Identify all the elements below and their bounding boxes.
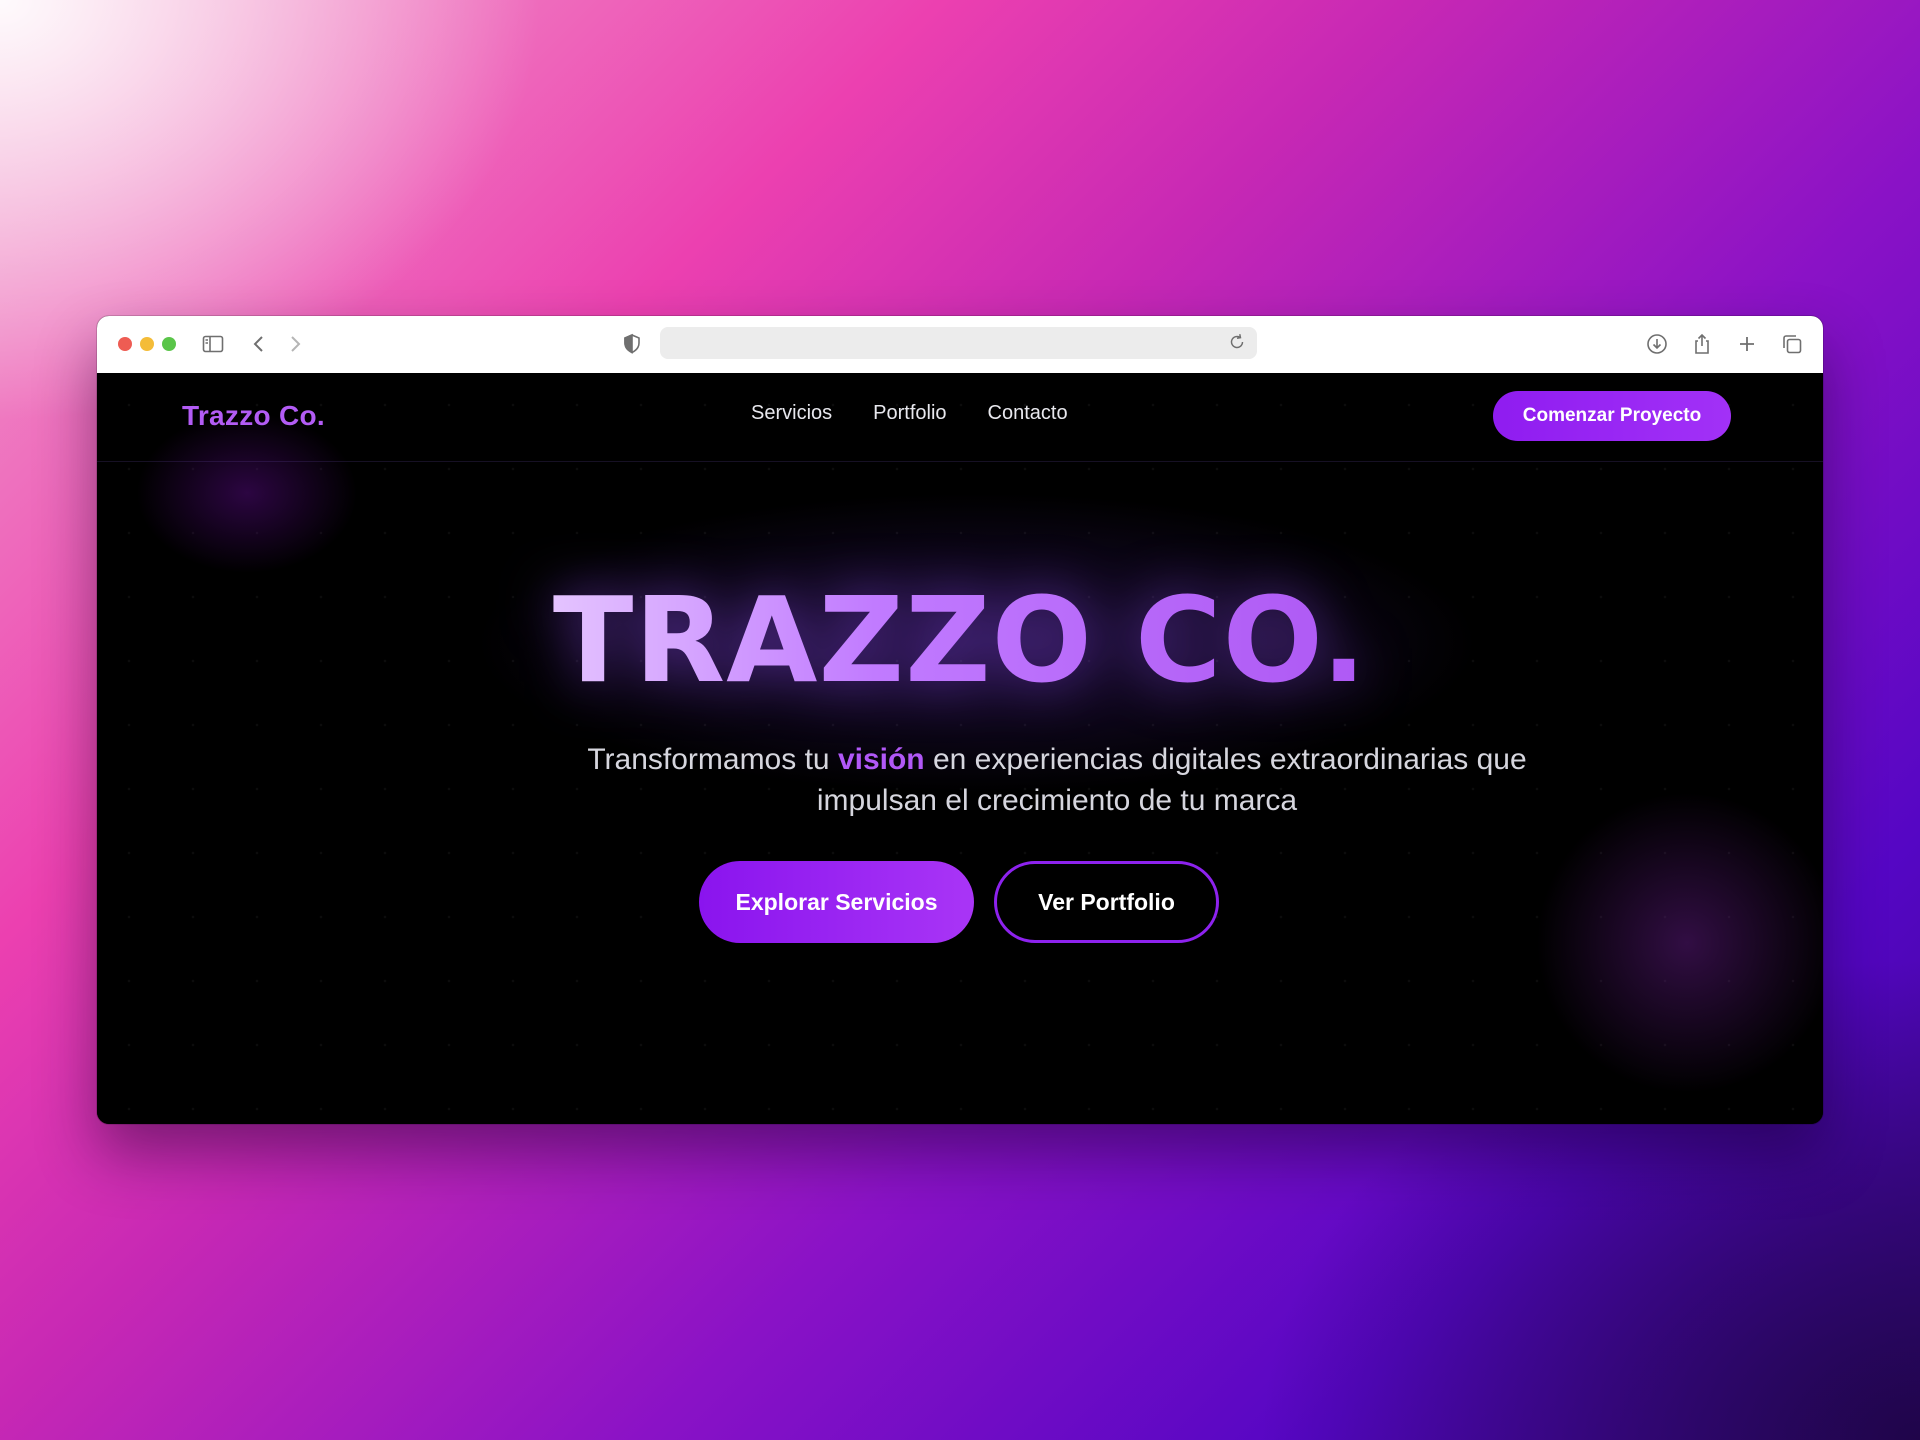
tabs-icon[interactable]	[1780, 332, 1804, 356]
start-project-button[interactable]: Comenzar Proyecto	[1493, 391, 1731, 441]
site-navbar: Trazzo Co. Servicios Portfolio Contacto …	[97, 373, 1823, 462]
sidebar-icon[interactable]	[201, 332, 225, 356]
hero-subtitle: Transformamos tu visión en experiencias …	[557, 739, 1557, 821]
forward-icon[interactable]	[283, 332, 307, 356]
minimize-window-button[interactable]	[140, 337, 154, 351]
nav-link-contacto[interactable]: Contacto	[988, 402, 1068, 425]
nav-link-servicios[interactable]: Servicios	[751, 402, 832, 425]
browser-window: Trazzo Co. Servicios Portfolio Contacto …	[97, 316, 1823, 1124]
explore-services-button[interactable]: Explorar Servicios	[699, 861, 974, 943]
reload-icon[interactable]	[1226, 331, 1248, 353]
share-icon[interactable]	[1690, 332, 1714, 356]
back-icon[interactable]	[247, 332, 271, 356]
address-bar[interactable]	[660, 327, 1257, 359]
download-icon[interactable]	[1645, 332, 1669, 356]
shield-icon[interactable]	[620, 332, 644, 356]
website-viewport: Trazzo Co. Servicios Portfolio Contacto …	[97, 373, 1823, 1124]
close-window-button[interactable]	[118, 337, 132, 351]
maximize-window-button[interactable]	[162, 337, 176, 351]
background-glow	[1537, 793, 1823, 1093]
brand-logo[interactable]: Trazzo Co.	[182, 400, 325, 432]
hero-subtitle-start: Transformamos tu	[587, 743, 838, 776]
hero-subtitle-highlight: visión	[837, 743, 925, 776]
view-portfolio-button[interactable]: Ver Portfolio	[994, 861, 1219, 943]
nav-link-portfolio[interactable]: Portfolio	[873, 402, 946, 425]
hero-title: TRAZZO CO.	[97, 581, 1823, 699]
nav-links: Servicios Portfolio Contacto	[751, 402, 1068, 425]
browser-toolbar	[97, 316, 1823, 374]
new-tab-icon[interactable]	[1735, 332, 1759, 356]
